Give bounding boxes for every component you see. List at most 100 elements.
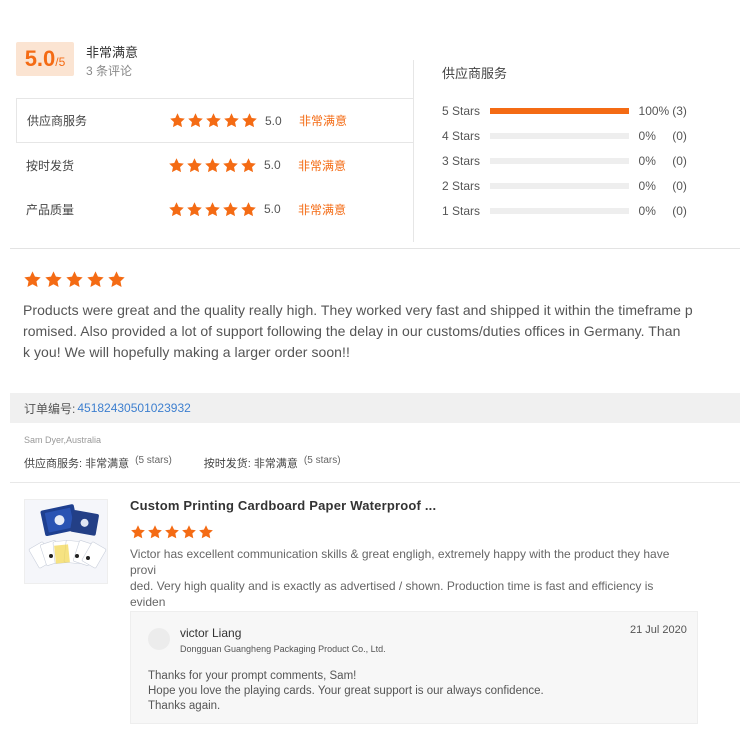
star-icon xyxy=(107,270,126,289)
reply-line: Thanks for your prompt comments, Sam! xyxy=(148,670,357,682)
rating-score: 5.0 xyxy=(265,113,282,128)
order-info-bar: 订单编号: 45182430501023932 xyxy=(10,393,740,423)
star-icon xyxy=(169,112,186,129)
breakdown-label: 5 Stars xyxy=(442,104,481,118)
playing-cards-image xyxy=(25,500,107,583)
rating-stars xyxy=(168,157,264,174)
star-icon xyxy=(86,270,105,289)
review-line: k you! We will hopefully making a larger… xyxy=(23,344,350,360)
reply-text: Thanks for your prompt comments, Sam! Ho… xyxy=(148,669,544,714)
rating-row-delivery: 按时发货 5.0 非常满意 xyxy=(16,143,414,187)
breakdown-label: 1 Stars xyxy=(442,204,481,218)
product-thumbnail[interactable] xyxy=(24,499,108,584)
star-icon xyxy=(240,201,257,218)
overall-score: 5.0 xyxy=(24,46,56,71)
breakdown-bar-fill xyxy=(489,108,629,114)
breakdown-percent: 0% xyxy=(638,204,656,218)
breakdown-percent: 0% xyxy=(638,154,656,168)
breakdown-count: (0) xyxy=(672,204,687,218)
reviewer-ratings: 供应商服务: 非常满意 (5 stars) 按时发货: 非常满意 (5 star… xyxy=(24,455,341,471)
star-icon xyxy=(223,112,240,129)
rating-label: 产品质量 xyxy=(26,202,75,217)
rating-row-service: 供应商服务 5.0 非常满意 xyxy=(16,99,414,143)
rating-table: 供应商服务 5.0 非常满意 按时发货 5.0 非常满意 产品质量 5.0 非常… xyxy=(16,98,414,230)
breakdown-bar xyxy=(489,208,629,214)
breakdown-percent: 100% xyxy=(638,104,670,118)
breakdown-count: (0) xyxy=(672,129,687,143)
product-title-link[interactable]: Custom Printing Cardboard Paper Waterpro… xyxy=(130,498,436,513)
rating-text: 非常满意 xyxy=(298,158,347,173)
rating-label: 供应商服务 xyxy=(27,114,88,128)
review-count: 3 条评论 xyxy=(86,64,133,78)
product-review-line: ded. Very high quality and is exactly as… xyxy=(130,579,654,609)
star-icon xyxy=(186,157,203,174)
delivery-rating-label: 按时发货: 非常满意 xyxy=(203,458,298,470)
reply-line: Hope you love the playing cards. Your gr… xyxy=(148,685,544,697)
satisfaction-label: 非常满意 xyxy=(86,45,139,60)
breakdown-row-1: 1 Stars 0% (0) xyxy=(442,203,702,219)
star-icon xyxy=(181,524,197,540)
order-number-link[interactable]: 45182430501023932 xyxy=(77,401,190,415)
order-number-label: 订单编号: xyxy=(24,401,76,416)
overall-score-suffix: /5 xyxy=(55,55,66,69)
reviewer-name: Sam Dyer,Australia xyxy=(24,435,102,445)
breakdown-label: 3 Stars xyxy=(442,154,481,168)
breakdown-percent: 0% xyxy=(638,129,656,143)
rating-row-quality: 产品质量 5.0 非常满意 xyxy=(16,187,414,231)
star-icon xyxy=(168,201,185,218)
section-divider xyxy=(10,482,740,483)
star-icon xyxy=(204,201,221,218)
breakdown-bar xyxy=(489,108,629,114)
service-rating-label: 供应商服务: 非常满意 xyxy=(24,458,130,470)
avatar xyxy=(148,628,170,650)
reply-date: 21 Jul 2020 xyxy=(630,624,687,636)
breakdown-percent: 0% xyxy=(638,179,656,193)
breakdown-row-5: 5 Stars 100% (3) xyxy=(442,103,702,119)
rating-score: 5.0 xyxy=(264,158,281,172)
star-icon xyxy=(65,270,84,289)
rating-text: 非常满意 xyxy=(298,202,347,217)
review-stars xyxy=(23,270,126,289)
star-icon xyxy=(222,201,239,218)
section-divider xyxy=(10,248,740,249)
review-text: Products were great and the quality real… xyxy=(23,300,703,363)
breakdown-label: 4 Stars xyxy=(442,129,481,143)
star-icon xyxy=(186,201,203,218)
star-icon xyxy=(23,270,42,289)
star-icon xyxy=(204,157,221,174)
rating-stars xyxy=(169,112,265,129)
breakdown-label: 2 Stars xyxy=(442,179,481,193)
delivery-rating-stars: (5 stars) xyxy=(303,455,341,466)
breakdown-row-4: 4 Stars 0% (0) xyxy=(442,128,702,144)
rating-label: 按时发货 xyxy=(26,158,75,173)
review-line: romised. Also provided a lot of support … xyxy=(23,323,681,339)
reply-line: Thanks again. xyxy=(148,700,221,712)
breakdown-count: (0) xyxy=(672,179,687,193)
divider xyxy=(413,60,414,242)
star-icon xyxy=(241,112,258,129)
product-review-stars xyxy=(130,524,214,540)
star-icon xyxy=(164,524,180,540)
product-review-line: Victor has excellent communication skill… xyxy=(130,547,670,577)
service-breakdown-title: 供应商服务 xyxy=(442,66,508,81)
breakdown-bar xyxy=(489,158,629,164)
star-icon xyxy=(198,524,214,540)
reply-company: Dongguan Guangheng Packaging Product Co.… xyxy=(180,644,386,654)
rating-stars xyxy=(168,201,264,218)
overall-score-badge: 5.0 /5 xyxy=(16,42,74,76)
star-icon xyxy=(187,112,204,129)
breakdown-count: (0) xyxy=(672,154,687,168)
breakdown-row-2: 2 Stars 0% (0) xyxy=(442,178,702,194)
star-icon xyxy=(240,157,257,174)
reply-author: victor Liang xyxy=(180,626,242,640)
star-icon xyxy=(130,524,146,540)
review-line: Products were great and the quality real… xyxy=(23,302,693,318)
star-icon xyxy=(147,524,163,540)
rating-score: 5.0 xyxy=(264,202,281,216)
rating-text: 非常满意 xyxy=(299,114,348,128)
star-icon xyxy=(222,157,239,174)
star-icon xyxy=(168,157,185,174)
star-icon xyxy=(44,270,63,289)
breakdown-count: (3) xyxy=(672,104,687,118)
star-icon xyxy=(205,112,222,129)
